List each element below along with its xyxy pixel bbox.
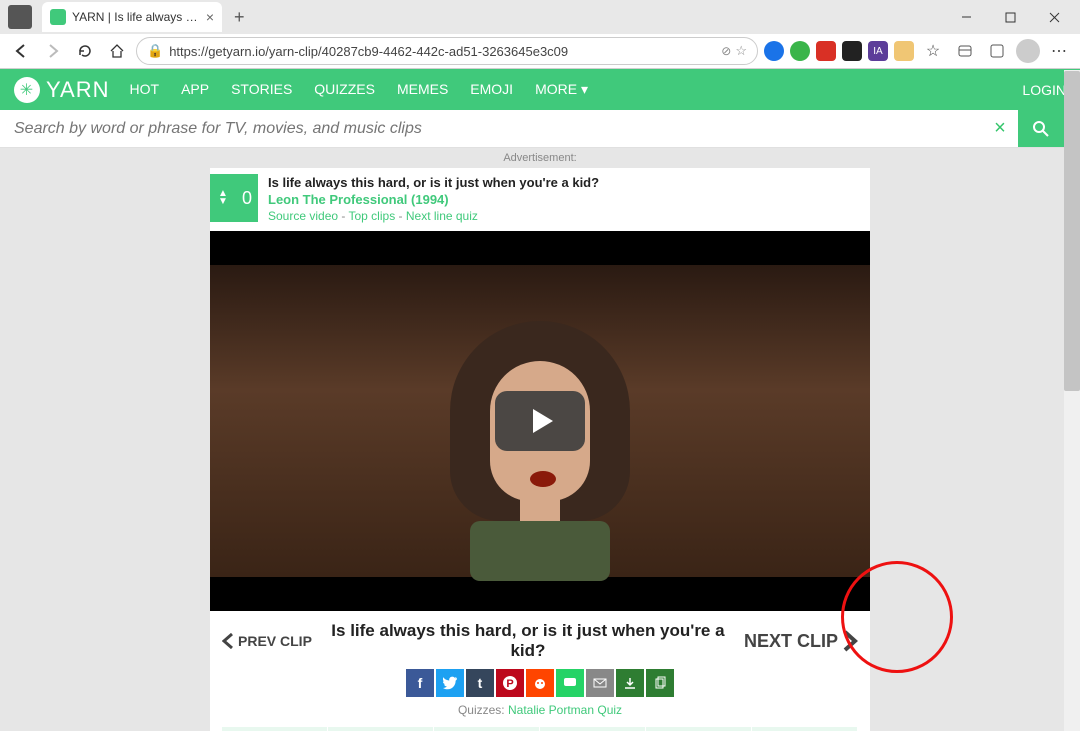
extension-icon[interactable]: IA (868, 41, 888, 61)
story-button[interactable]: ◯STORY (540, 727, 646, 731)
share-pinterest[interactable]: P (496, 669, 524, 697)
clip-quote-top: Is life always this hard, or is it just … (268, 174, 599, 191)
nav-quizzes[interactable]: QUIZZES (314, 81, 375, 98)
quiz-link[interactable]: Natalie Portman Quiz (508, 703, 622, 717)
search-row: × (0, 110, 1080, 148)
chevron-right-icon (842, 630, 858, 652)
page-viewport: ✳ YARN HOT APP STORIES QUIZZES MEMES EMO… (0, 69, 1080, 731)
share-tumblr[interactable]: t (466, 669, 494, 697)
profile-avatar[interactable] (1016, 39, 1040, 63)
nav-hot[interactable]: HOT (130, 81, 160, 98)
chevron-left-icon (222, 633, 234, 649)
nav-links: HOT APP STORIES QUIZZES MEMES EMOJI MORE… (130, 81, 589, 98)
share-facebook[interactable]: f (406, 669, 434, 697)
favicon-icon (50, 9, 66, 25)
window-close-button[interactable] (1032, 2, 1076, 32)
window-maximize-button[interactable] (988, 2, 1032, 32)
like-button[interactable]: ♡LIKE (222, 727, 328, 731)
reader-icon[interactable]: ⊘ (721, 44, 731, 58)
url-input[interactable] (169, 44, 721, 59)
search-icon (1031, 119, 1051, 139)
nav-app[interactable]: APP (181, 81, 209, 98)
search-input[interactable] (0, 110, 982, 147)
caret-down-icon: ▾ (581, 81, 588, 97)
tab-close-icon[interactable]: × (206, 9, 214, 25)
nav-forward-button[interactable] (40, 38, 66, 64)
next-clip-button[interactable]: NEXT CLIP (744, 630, 858, 652)
video-player[interactable] (210, 231, 870, 611)
browser-titlebar: YARN | Is life always this hard, or × + (0, 0, 1080, 34)
nav-emoji[interactable]: EMOJI (470, 81, 513, 98)
nav-back-button[interactable] (8, 38, 34, 64)
gif-button[interactable]: 🖼GIF (434, 727, 540, 731)
share-reddit[interactable] (526, 669, 554, 697)
scrollbar-thumb[interactable] (1064, 71, 1080, 391)
extension-icon[interactable] (764, 41, 784, 61)
share-download[interactable] (616, 669, 644, 697)
share-email[interactable] (586, 669, 614, 697)
vote-count: 0 (242, 188, 252, 209)
share-sms[interactable] (556, 669, 584, 697)
yarn-icon: ✳ (14, 77, 40, 103)
embed-button[interactable]: ✎EMBED (328, 727, 434, 731)
brand-text: YARN (46, 77, 110, 103)
share-twitter[interactable] (436, 669, 464, 697)
action-bar: ♡LIKE ✎EMBED 🖼GIF ◯STORY MAKE MEME ↗SHAR… (222, 727, 858, 731)
svg-text:P: P (506, 678, 513, 690)
extension-icon[interactable] (842, 41, 862, 61)
clip-quote-main: Is life always this hard, or is it just … (312, 621, 744, 661)
site-header: ✳ YARN HOT APP STORIES QUIZZES MEMES EMO… (0, 69, 1080, 110)
share-button[interactable]: ↗SHARE (752, 727, 858, 731)
share-row: f t P (222, 669, 858, 697)
source-video-link[interactable]: Source video (268, 209, 338, 223)
new-tab-button[interactable]: + (228, 5, 251, 30)
extension-icon[interactable] (894, 41, 914, 61)
window-minimize-button[interactable] (944, 2, 988, 32)
meme-button[interactable]: MAKE MEME (646, 727, 752, 731)
favorite-icon[interactable]: ☆ (735, 43, 747, 59)
next-line-quiz-link[interactable]: Next line quiz (406, 209, 478, 223)
nav-refresh-button[interactable] (72, 38, 98, 64)
play-button[interactable] (495, 391, 585, 451)
tab-title: YARN | Is life always this hard, or (72, 10, 200, 24)
browser-toolbar: 🔒 ⊘ ☆ IA ☆ ⋯ (0, 34, 1080, 69)
play-icon (533, 409, 553, 433)
nav-more[interactable]: MORE ▾ (535, 81, 588, 98)
clip-info-row: ▲▼ 0 Is life always this hard, or is it … (210, 168, 870, 231)
clip-movie-title[interactable]: Leon The Professional (1994) (268, 191, 599, 208)
share-copy[interactable] (646, 669, 674, 697)
url-bar[interactable]: 🔒 ⊘ ☆ (136, 37, 758, 65)
below-video: PREV CLIP Is life always this hard, or i… (210, 611, 870, 731)
nav-home-button[interactable] (104, 38, 130, 64)
top-clips-link[interactable]: Top clips (349, 209, 396, 223)
login-button[interactable]: LOGIN (1022, 82, 1066, 98)
app-menu-icon[interactable] (8, 5, 32, 29)
nav-stories[interactable]: STORIES (231, 81, 292, 98)
vote-box[interactable]: ▲▼ 0 (210, 174, 258, 222)
scrollbar-track[interactable] (1064, 70, 1080, 731)
quiz-line: Quizzes: Natalie Portman Quiz (222, 703, 858, 717)
favorites-button[interactable]: ☆ (920, 38, 946, 64)
ad-label: Advertisement: (0, 148, 1080, 168)
vote-arrows-icon: ▲▼ (218, 190, 228, 206)
collections-button[interactable] (952, 38, 978, 64)
search-button[interactable] (1018, 110, 1064, 147)
add-tab-button[interactable] (984, 38, 1010, 64)
site-logo[interactable]: ✳ YARN (14, 77, 110, 103)
prev-clip-button[interactable]: PREV CLIP (222, 633, 312, 649)
main-column: ▲▼ 0 Is life always this hard, or is it … (210, 168, 870, 731)
nav-memes[interactable]: MEMES (397, 81, 448, 98)
extension-icon[interactable] (816, 41, 836, 61)
search-clear-button[interactable]: × (982, 110, 1018, 147)
lock-icon: 🔒 (147, 43, 163, 59)
menu-button[interactable]: ⋯ (1046, 38, 1072, 64)
extension-icon[interactable] (790, 41, 810, 61)
browser-tab[interactable]: YARN | Is life always this hard, or × (42, 2, 222, 32)
